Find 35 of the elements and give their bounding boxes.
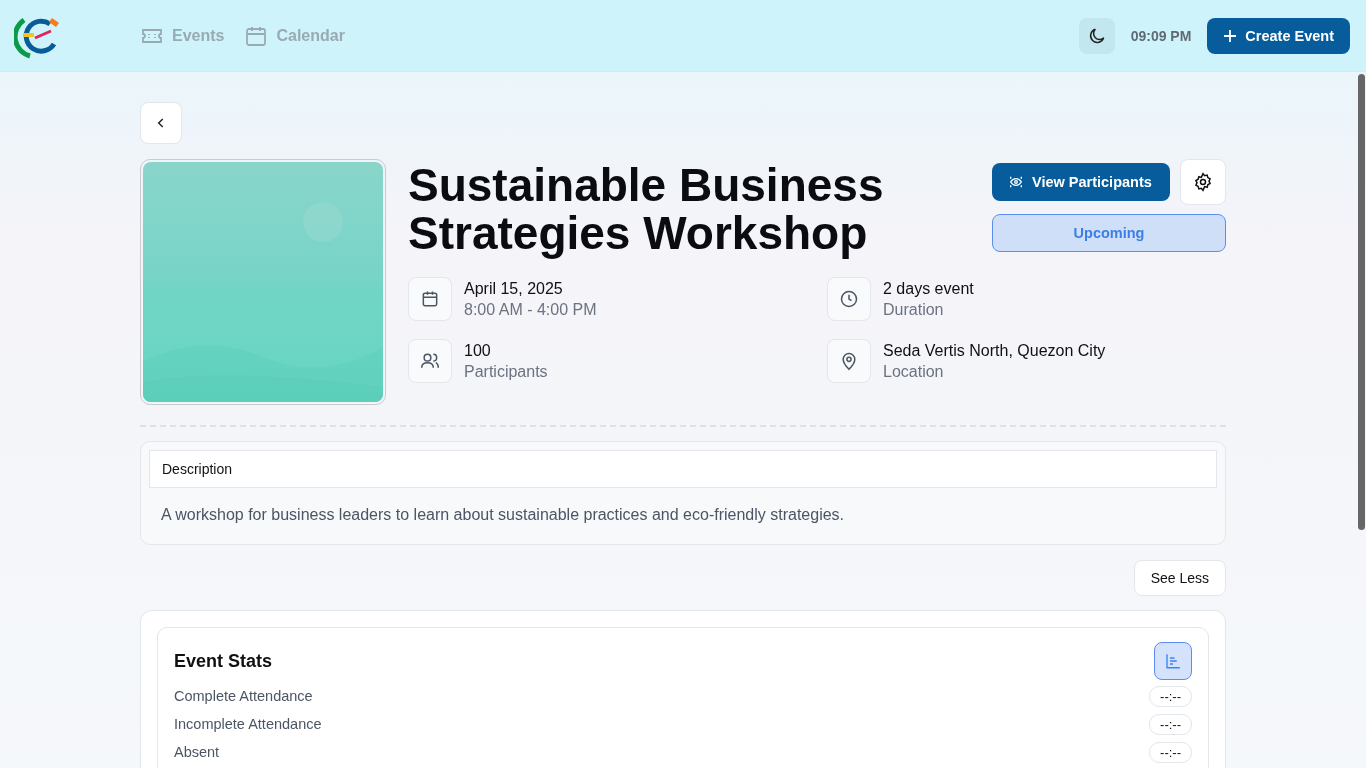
users-icon <box>420 351 440 371</box>
stat-label: Complete Attendance <box>174 688 313 704</box>
stat-label: Absent <box>174 744 220 760</box>
event-title: Sustainable Business Strategies Workshop <box>408 159 885 257</box>
clock-time: 09:09 PM <box>1130 27 1192 44</box>
see-less-button[interactable]: See Less <box>1133 560 1226 596</box>
eye-icon <box>1008 174 1024 190</box>
detail-label: Location <box>883 362 945 381</box>
detail-label: Participants <box>464 362 548 381</box>
settings-icon <box>1193 172 1213 192</box>
chart-toggle-button[interactable] <box>1154 642 1192 680</box>
detail-value: 2 days event <box>883 279 974 298</box>
detail-value: Seda Vertis North, Quezon City <box>883 341 1106 360</box>
view-participants-button[interactable]: View Participants <box>992 163 1170 201</box>
bar-chart-icon <box>1164 652 1182 670</box>
settings-button[interactable] <box>1180 159 1226 205</box>
location-pin-icon <box>839 351 859 371</box>
scrollbar-thumb[interactable] <box>1358 74 1365 530</box>
detail-label: Duration <box>883 300 945 319</box>
create-event-button[interactable]: Create Event <box>1207 17 1350 54</box>
stat-value: --:-- <box>1149 713 1192 735</box>
calendar-icon <box>420 289 440 309</box>
status-badge: Upcoming <box>992 214 1226 252</box>
clock-icon <box>839 289 859 309</box>
detail-label: 8:00 AM - 4:00 PM <box>464 300 597 319</box>
stats-title: Event Stats <box>174 650 273 672</box>
dark-mode-button[interactable] <box>1078 17 1115 54</box>
description-text: A workshop for business leaders to learn about sustainable practices and eco-friendly strategies. <box>160 505 846 525</box>
detail-value: April 15, 2025 <box>464 279 564 298</box>
stat-value: --:-- <box>1149 685 1192 707</box>
plus-icon <box>1223 28 1238 43</box>
description-heading: Description <box>149 450 1217 488</box>
detail-value: 100 <box>464 341 492 360</box>
stat-value: --:-- <box>1149 741 1192 763</box>
stat-label: Incomplete Attendance <box>174 716 322 732</box>
